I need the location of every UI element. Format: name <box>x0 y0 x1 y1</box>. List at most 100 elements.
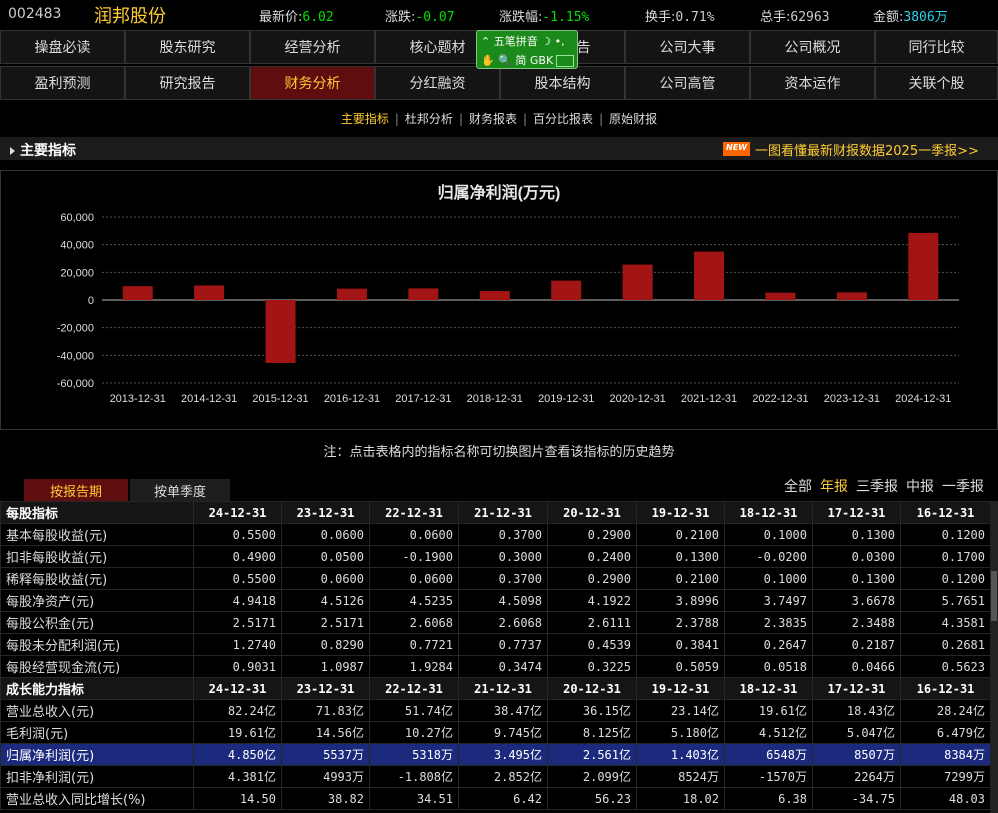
ime-toolbar[interactable]: ⌃ 五笔拼音 ☽ •, ✋ 🔍 简 GBK <box>476 30 578 69</box>
nav-item[interactable]: 经营分析 <box>250 30 375 64</box>
table-row[interactable]: 每股公积金(元) 2.5171 2.5171 2.6068 2.6068 2.6111 2.… <box>0 611 991 634</box>
table-row[interactable]: 毛利润(元) 19.61亿 14.56亿 10.27亿 9.745亿 8.125亿 5.18… <box>0 721 991 744</box>
date-header[interactable]: 18-12-31 <box>724 501 813 524</box>
ime-mode[interactable]: 简 <box>515 54 526 67</box>
metric-name[interactable]: 营业总收入同比增长(%) <box>0 787 194 810</box>
date-header[interactable]: 21-12-31 <box>458 677 548 700</box>
metric-name[interactable]: 稀释每股收益(元) <box>0 567 194 590</box>
nav-item[interactable]: 公司概况 <box>750 30 875 64</box>
metric-value: 8507万 <box>812 743 901 766</box>
subnav-item[interactable]: 百分比报表 <box>527 110 599 127</box>
date-header[interactable]: 18-12-31 <box>724 677 813 700</box>
period-option[interactable]: 年报 <box>820 479 848 495</box>
y-tick-label: -60,000 <box>57 378 94 390</box>
bar[interactable] <box>622 264 653 300</box>
nav-item[interactable]: 股本结构 <box>500 66 625 100</box>
date-header[interactable]: 22-12-31 <box>369 501 459 524</box>
date-header[interactable]: 22-12-31 <box>369 677 459 700</box>
ime-hand-icon[interactable]: ✋ <box>481 54 495 67</box>
stock-name[interactable]: 润邦股份 <box>94 2 166 28</box>
subnav-item[interactable]: 主要指标 <box>335 110 395 127</box>
tab-by-single-quarter[interactable]: 按单季度 <box>130 479 230 501</box>
table-row[interactable]: 扣非每股收益(元) 0.4900 0.0500 -0.1900 0.3000 0.2400… <box>0 545 991 568</box>
period-filter: 全部 年报 三季报 中报 一季报 <box>776 476 984 496</box>
metric-name[interactable]: 每股经营现金流(元) <box>0 655 194 678</box>
metric-value: 6548万 <box>724 743 813 766</box>
metric-name[interactable]: 基本每股收益(元) <box>0 523 194 546</box>
table-row[interactable]: 每股净资产(元) 4.9418 4.5126 4.5235 4.5098 4.1922 3.… <box>0 589 991 612</box>
ime-search-icon[interactable]: 🔍 <box>498 54 512 67</box>
metric-name[interactable]: 营业总收入(元) <box>0 699 194 722</box>
metric-name[interactable]: 每股净资产(元) <box>0 589 194 612</box>
table-row[interactable]: 营业总收入同比增长(%) 14.50 38.82 34.51 6.42 56.23 18.0… <box>0 787 991 810</box>
metric-name[interactable]: 归属净利润(元) <box>0 743 194 766</box>
date-header[interactable]: 19-12-31 <box>636 677 725 700</box>
bar[interactable] <box>765 292 796 300</box>
bar[interactable] <box>122 286 153 300</box>
bar[interactable] <box>408 288 439 300</box>
subnav-item[interactable]: 原始财报 <box>603 110 663 127</box>
date-header[interactable]: 24-12-31 <box>193 501 282 524</box>
nav-item[interactable]: 财务分析 <box>250 66 375 100</box>
period-option[interactable]: 一季报 <box>942 479 984 495</box>
date-header[interactable]: 16-12-31 <box>900 501 991 524</box>
subnav-item[interactable]: 财务报表 <box>463 110 523 127</box>
promo-link[interactable]: 一图看懂最新财报数据2025一季报>> <box>755 140 979 159</box>
table-row[interactable]: 基本每股收益(元) 0.5500 0.0600 0.0600 0.3700 0.2900 0… <box>0 523 991 546</box>
ime-moon-icon[interactable]: ☽ <box>541 35 551 48</box>
bar[interactable] <box>479 291 510 300</box>
date-header[interactable]: 19-12-31 <box>636 501 725 524</box>
table-row[interactable]: 稀释每股收益(元) 0.5500 0.0600 0.0600 0.3700 0.2900 0… <box>0 567 991 590</box>
period-option[interactable]: 中报 <box>906 479 934 495</box>
table-row[interactable]: 每股未分配利润(元) 1.2740 0.8290 0.7721 0.7737 0.4539… <box>0 633 991 656</box>
quote-value: 6.02 <box>302 10 334 25</box>
bar[interactable] <box>836 292 867 300</box>
bar[interactable] <box>694 251 725 300</box>
bar[interactable] <box>265 300 296 363</box>
period-option[interactable]: 全部 <box>784 479 812 495</box>
nav-item[interactable]: 公司高管 <box>625 66 750 100</box>
scrollbar-thumb[interactable] <box>991 571 997 621</box>
metric-name[interactable]: 毛利润(元) <box>0 721 194 744</box>
nav-item[interactable]: 关联个股 <box>875 66 998 100</box>
date-header[interactable]: 24-12-31 <box>193 677 282 700</box>
date-header[interactable]: 17-12-31 <box>812 677 901 700</box>
bar[interactable] <box>551 280 582 300</box>
metric-name[interactable]: 每股公积金(元) <box>0 611 194 634</box>
metric-name[interactable]: 每股未分配利润(元) <box>0 633 194 656</box>
nav-item[interactable]: 资本运作 <box>750 66 875 100</box>
subnav-item[interactable]: 杜邦分析 <box>399 110 459 127</box>
table-row[interactable]: 每股经营现金流(元) 0.9031 1.0987 1.9284 0.3474 0.3225… <box>0 655 991 678</box>
date-header[interactable]: 20-12-31 <box>547 501 637 524</box>
nav-item[interactable]: 分红融资 <box>375 66 500 100</box>
nav-item[interactable]: 公司大事 <box>625 30 750 64</box>
nav-item[interactable]: 盈利预测 <box>0 66 125 100</box>
date-header[interactable]: 20-12-31 <box>547 677 637 700</box>
nav-item[interactable]: 操盘必读 <box>0 30 125 64</box>
date-header[interactable]: 23-12-31 <box>281 501 370 524</box>
bar[interactable] <box>336 288 367 300</box>
tab-by-report-period[interactable]: 按报告期 <box>24 479 128 501</box>
bar[interactable] <box>908 232 939 300</box>
metric-name[interactable]: 扣非净利润(元) <box>0 765 194 788</box>
ime-punct-icon[interactable]: •, <box>555 35 565 48</box>
date-header[interactable]: 23-12-31 <box>281 677 370 700</box>
nav-item[interactable]: 同行比较 <box>875 30 998 64</box>
table-row[interactable]: 营业总收入(元) 82.24亿 71.83亿 51.74亿 38.47亿 36.15亿 23… <box>0 699 991 722</box>
table-row[interactable]: 归属净利润(元) 4.850亿 5537万 5318万 3.495亿 2.561亿 1.40… <box>0 743 991 766</box>
vertical-scrollbar[interactable] <box>990 501 998 813</box>
date-header[interactable]: 17-12-31 <box>812 501 901 524</box>
metric-value: 0.3474 <box>458 655 548 678</box>
metric-name[interactable]: 扣非每股收益(元) <box>0 545 194 568</box>
nav-item[interactable]: 研究报告 <box>125 66 250 100</box>
bar[interactable] <box>194 285 225 300</box>
ime-expand-icon[interactable]: ⌃ <box>481 35 490 48</box>
date-header[interactable]: 21-12-31 <box>458 501 548 524</box>
nav-item[interactable]: 股东研究 <box>125 30 250 64</box>
date-header[interactable]: 16-12-31 <box>900 677 991 700</box>
collapse-triangle-icon[interactable] <box>10 147 15 155</box>
ime-encoding[interactable]: GBK <box>530 54 553 67</box>
ime-keyboard-icon[interactable] <box>556 55 575 67</box>
period-option[interactable]: 三季报 <box>856 479 898 495</box>
table-row[interactable]: 扣非净利润(元) 4.381亿 4993万 -1.808亿 2.852亿 2.099亿 85… <box>0 765 991 788</box>
